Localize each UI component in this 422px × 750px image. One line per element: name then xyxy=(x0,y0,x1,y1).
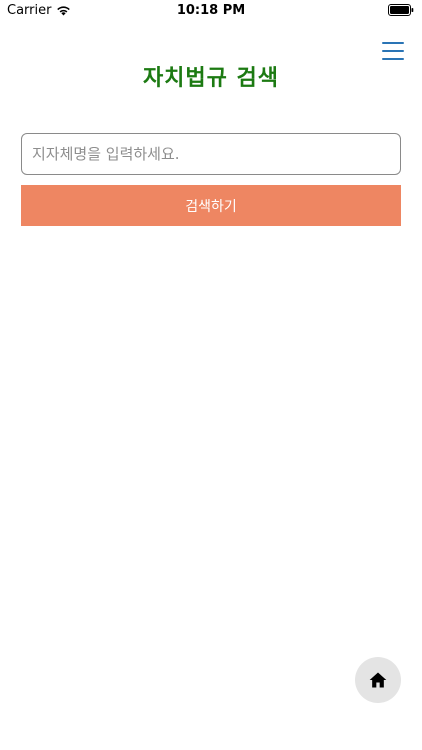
search-input[interactable] xyxy=(21,133,401,175)
home-icon xyxy=(369,672,387,688)
page-title: 자치법규 검색 xyxy=(142,66,280,91)
search-button-label: 검색하기 xyxy=(185,198,237,215)
menu-line xyxy=(382,42,404,44)
home-button[interactable] xyxy=(355,657,401,703)
search-button[interactable]: 검색하기 xyxy=(21,185,401,226)
status-time: 10:18 PM xyxy=(176,3,246,18)
hamburger-menu-icon[interactable] xyxy=(382,40,404,62)
status-bar: Carrier 10:18 PM xyxy=(0,0,422,22)
menu-line xyxy=(382,50,404,52)
battery-icon xyxy=(388,4,414,16)
app-screen: Carrier 10:18 PM 자치법규 검색 검색하기 xyxy=(0,0,422,750)
